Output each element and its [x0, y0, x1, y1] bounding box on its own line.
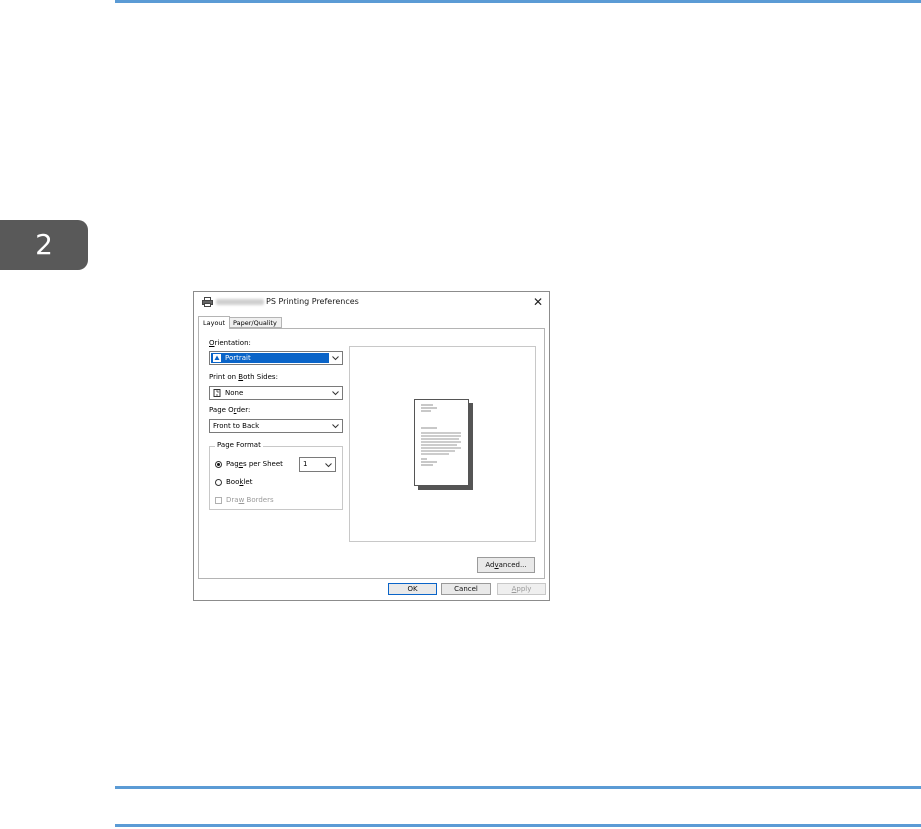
cancel-button[interactable]: Cancel: [441, 583, 491, 595]
page-order-value: Front to Back: [213, 422, 260, 430]
page-format-legend: Page Format: [215, 441, 263, 449]
chevron-down-icon: [332, 391, 339, 396]
printer-icon: [202, 297, 213, 307]
top-rule: [115, 0, 921, 3]
chapter-tab: 2: [0, 220, 88, 270]
apply-button[interactable]: Apply: [497, 583, 546, 595]
pages-per-sheet-radio[interactable]: [215, 461, 222, 468]
ok-button[interactable]: OK: [388, 583, 437, 595]
chevron-down-icon: [325, 463, 332, 468]
both-sides-label: Print on Both Sides:: [209, 373, 278, 381]
pages-per-sheet-value: 1: [303, 460, 308, 468]
pages-per-sheet-label: Pages per Sheet: [226, 460, 283, 468]
orientation-value: Portrait: [225, 354, 251, 362]
chevron-down-icon: [332, 356, 339, 361]
orientation-label: Orientation:: [209, 339, 251, 347]
chevron-down-icon: [332, 424, 339, 429]
booklet-radio[interactable]: [215, 479, 222, 486]
pages-per-sheet-select[interactable]: 1: [299, 457, 336, 472]
title-bar[interactable]: PS Printing Preferences ✕: [194, 292, 549, 312]
booklet-label: Booklet: [226, 478, 253, 486]
page-order-select[interactable]: Front to Back: [209, 419, 343, 433]
bottom-rule: [115, 824, 921, 827]
dialog-title: PS Printing Preferences: [266, 297, 359, 306]
bottom-rule: [115, 786, 921, 789]
page-order-label: Page Order:: [209, 406, 251, 414]
both-sides-value: None: [225, 389, 244, 397]
both-sides-select[interactable]: None: [209, 386, 343, 400]
preview-page: [414, 399, 469, 486]
single-side-icon: [213, 389, 221, 397]
draw-borders-checkbox[interactable]: [215, 497, 222, 504]
printer-name-redacted: [216, 299, 264, 305]
advanced-button[interactable]: Advanced...: [477, 557, 535, 573]
tab-paper-quality[interactable]: Paper/Quality: [229, 317, 282, 328]
tab-layout[interactable]: Layout: [198, 316, 231, 329]
portrait-icon: [213, 354, 221, 362]
draw-borders-label: Draw Borders: [226, 496, 274, 504]
chapter-number: 2: [35, 228, 53, 261]
orientation-select[interactable]: Portrait: [209, 351, 343, 365]
close-icon[interactable]: ✕: [533, 295, 543, 309]
preview-page-lines: [421, 404, 461, 466]
